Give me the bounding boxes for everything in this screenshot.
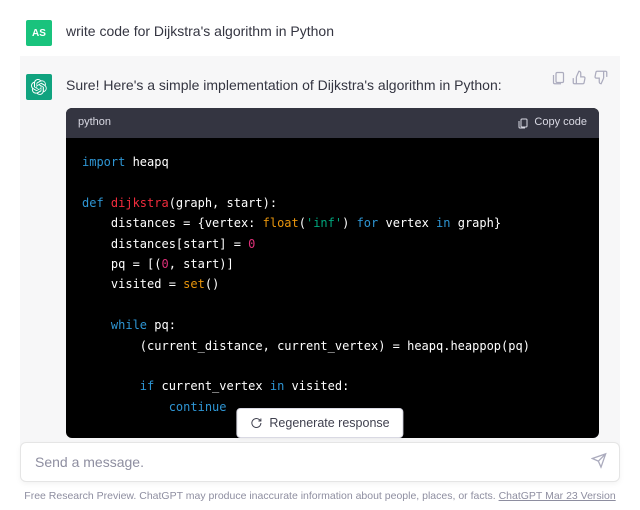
assistant-message: Sure! Here's a simple implementation of … bbox=[20, 56, 620, 448]
thumbs-up-icon bbox=[572, 70, 587, 85]
user-avatar: AS bbox=[26, 20, 52, 46]
feedback-controls bbox=[551, 70, 608, 85]
footer-text: Free Research Preview. ChatGPT may produ… bbox=[24, 490, 498, 502]
version-link[interactable]: ChatGPT Mar 23 Version bbox=[499, 490, 616, 502]
send-button[interactable] bbox=[591, 453, 607, 472]
code-content: import heapq def dijkstra(graph, start):… bbox=[66, 138, 599, 438]
thumbs-down-icon bbox=[593, 70, 608, 85]
copy-code-label: Copy code bbox=[534, 114, 587, 132]
message-input[interactable] bbox=[35, 454, 577, 470]
thumbs-up-button[interactable] bbox=[572, 70, 587, 85]
user-message: AS write code for Dijkstra's algorithm i… bbox=[20, 10, 620, 56]
assistant-avatar bbox=[26, 74, 52, 100]
copy-code-button[interactable]: Copy code bbox=[517, 114, 587, 132]
footer-disclaimer: Free Research Preview. ChatGPT may produ… bbox=[0, 490, 640, 502]
assistant-intro-text: Sure! Here's a simple implementation of … bbox=[66, 74, 614, 96]
assistant-message-body: Sure! Here's a simple implementation of … bbox=[66, 74, 614, 438]
regenerate-label: Regenerate response bbox=[269, 416, 389, 430]
code-language-label: python bbox=[78, 114, 111, 132]
message-input-container bbox=[20, 442, 620, 482]
user-message-body: write code for Dijkstra's algorithm in P… bbox=[66, 20, 614, 46]
regenerate-response-button[interactable]: Regenerate response bbox=[236, 408, 403, 438]
code-block: python Copy code import heapq def dijkst… bbox=[66, 108, 599, 438]
clipboard-icon bbox=[517, 117, 529, 129]
openai-logo-icon bbox=[31, 79, 47, 95]
user-prompt-text: write code for Dijkstra's algorithm in P… bbox=[66, 20, 614, 42]
copy-message-button[interactable] bbox=[551, 70, 566, 85]
thumbs-down-button[interactable] bbox=[593, 70, 608, 85]
code-header: python Copy code bbox=[66, 108, 599, 138]
refresh-icon bbox=[250, 417, 262, 429]
send-icon bbox=[591, 453, 607, 469]
chat-container: AS write code for Dijkstra's algorithm i… bbox=[0, 0, 640, 448]
clipboard-icon bbox=[551, 70, 566, 85]
